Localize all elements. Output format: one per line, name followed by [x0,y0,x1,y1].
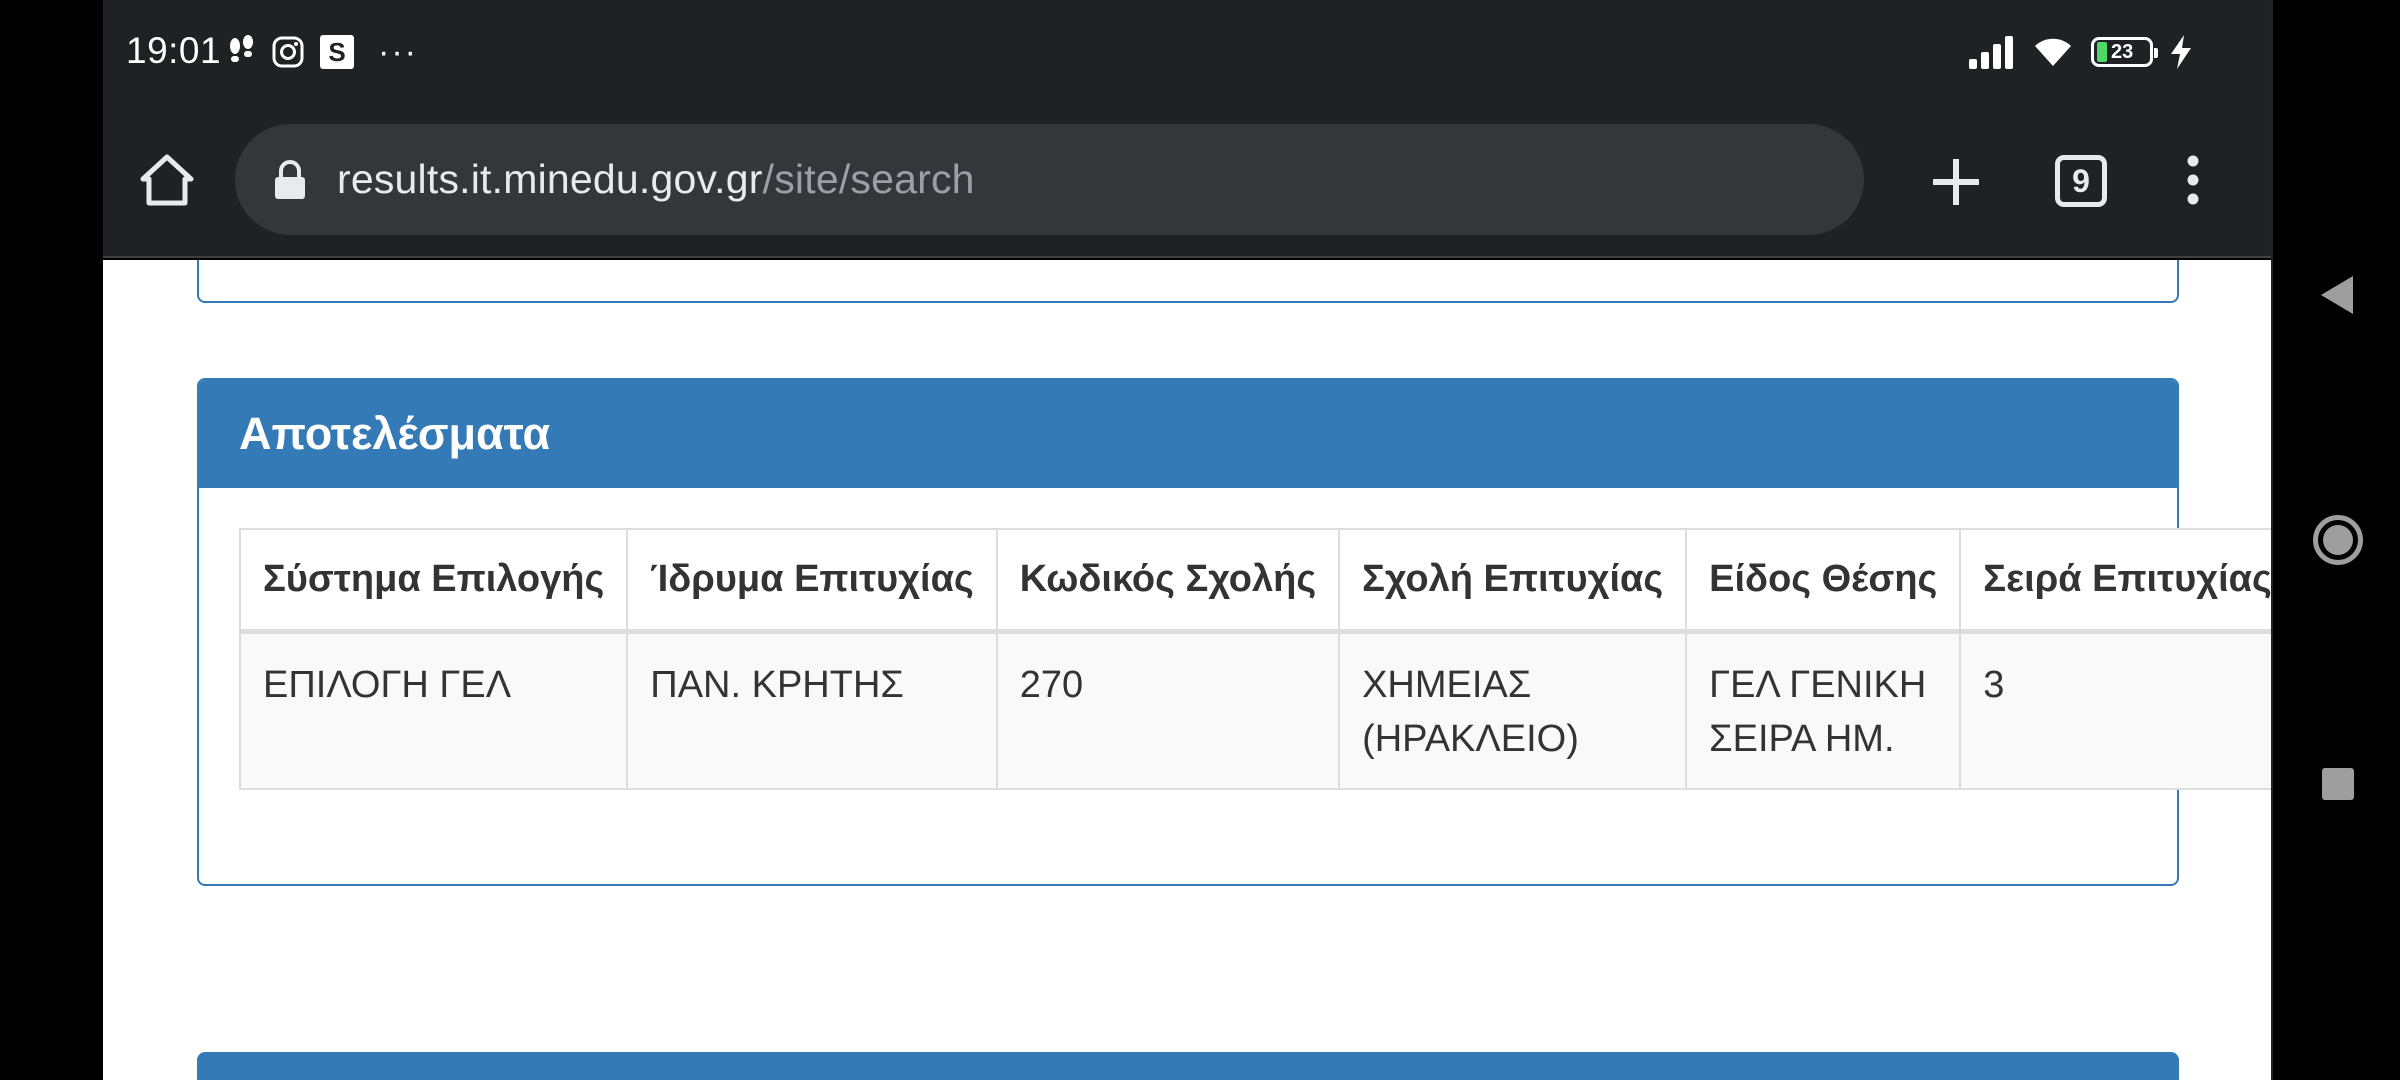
home-circle-icon [2323,525,2353,555]
wifi-icon [2035,38,2071,66]
tab-count: 9 [2072,162,2090,199]
vertical-dots-icon [2187,155,2199,205]
back-button[interactable] [2319,274,2355,321]
more-dots-icon: ··· [378,32,418,71]
recents-button[interactable] [2322,768,2354,800]
col-institution: Ίδρυμα Επιτυχίας [626,528,998,634]
notification-icons: S ··· [226,28,418,76]
battery-level: 23 [2111,40,2134,63]
browser-toolbar: results.it.minedu.gov.gr/site/search 9 [103,104,2271,258]
col-position-type: Είδος Θέσης [1685,528,1962,634]
col-selection-system: Σύστημα Επιλογής [238,528,629,634]
url-domain: results.it.minedu.gov.gr [337,156,763,202]
results-panel: Αποτελέσματα Σύστημα Επιλογής Ίδρυμα Επι… [197,378,2271,886]
table-header-row: Σύστημα Επιλογής Ίδρυμα Επιτυχίας Κωδικό… [238,528,2271,634]
cell-school-line1: ΧΗΜΕΙΑΣ [1362,663,1532,706]
menu-button[interactable] [2168,150,2218,210]
web-page: Αποτελέσματα Σύστημα Επιλογής Ίδρυμα Επι… [103,260,2271,1080]
cell-type-line1: ΓΕΛ ΓΕΝΙΚΗ [1709,663,1927,706]
col-school-code: Κωδικός Σχολής [995,528,1341,634]
url-text[interactable]: results.it.minedu.gov.gr/site/search [337,156,975,203]
cell-rank: 3 [1959,630,2271,790]
instagram-icon [272,36,304,68]
back-triangle-icon [2321,276,2353,314]
url-bar[interactable]: results.it.minedu.gov.gr/site/search [235,124,1864,235]
battery-tip [2154,48,2158,58]
new-tab-button[interactable] [1921,147,1991,217]
status-bar: 19:01 S ··· 23 [103,0,2271,104]
cell-position-type: ΓΕΛ ΓΕΝΙΚΗ ΣΕΙΡΑ ΗΜ. [1685,630,1962,790]
signal-icon [1969,36,2013,69]
android-nav-bar [2271,0,2400,1080]
nav-home-button[interactable] [2313,515,2363,565]
col-success-rank: Σειρά Επιτυχίας [1959,528,2271,634]
phone-screen: 19:01 S ··· 23 results.it.minedu.gov.gr/… [0,0,2400,1080]
previous-panel [197,260,2179,303]
table-row: ΕΠΙΛΟΓΗ ΓΕΛ ΠΑΝ. ΚΡΗΤΗΣ 270 ΧΗΜΕΙΑΣ (ΗΡΑ… [238,630,2271,790]
lock-icon[interactable] [273,159,307,200]
s-app-icon: S [320,35,354,69]
footsteps-icon [230,35,253,62]
status-right: 23 [1967,28,2191,76]
url-path: /site/search [762,156,975,202]
s-app-letter: S [328,36,346,67]
plus-icon [1933,159,1979,205]
home-button[interactable] [137,150,197,210]
cell-type-line2: ΣΕΙΡΑ ΗΜ. [1709,717,1895,760]
tab-switcher-button[interactable]: 9 [2055,155,2107,207]
results-table: Σύστημα Επιλογής Ίδρυμα Επιτυχίας Κωδικό… [238,528,2271,790]
cell-institution: ΠΑΝ. ΚΡΗΤΗΣ [626,630,998,790]
next-panel-heading [197,1052,2179,1080]
cell-school-code: 270 [995,630,1341,790]
cell-school: ΧΗΜΕΙΑΣ (ΗΡΑΚΛΕΙΟ) [1338,630,1688,790]
battery-icon: 23 [2091,37,2158,67]
battery-fill [2097,42,2107,62]
cell-school-line2: (ΗΡΑΚΛΕΙΟ) [1362,717,1579,760]
status-time: 19:01 [126,30,222,71]
results-heading: Αποτελέσματα [199,380,2177,488]
col-school: Σχολή Επιτυχίας [1338,528,1688,634]
home-icon [140,154,194,206]
cell-system: ΕΠΙΛΟΓΗ ΓΕΛ [238,630,629,790]
charging-bolt-icon [2171,35,2191,69]
